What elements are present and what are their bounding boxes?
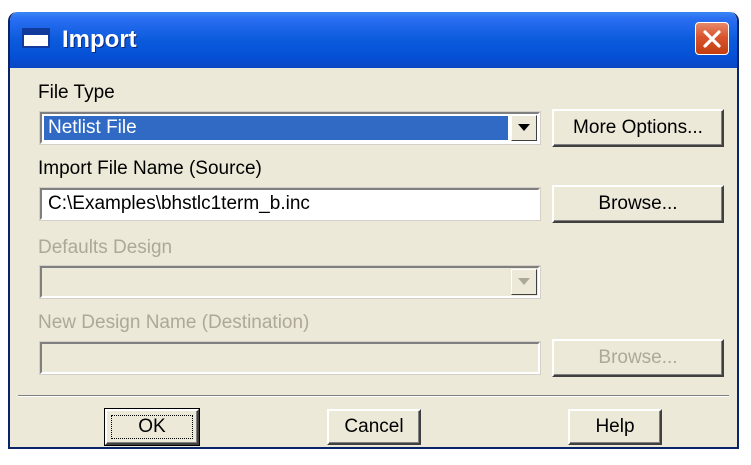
new-design-name-label: New Design Name (Destination)	[38, 312, 310, 333]
close-icon	[703, 30, 721, 48]
defaults-design-label: Defaults Design	[38, 237, 173, 258]
dialog-title: Import	[62, 26, 137, 53]
help-button[interactable]: Help	[568, 409, 662, 445]
defaults-design-select	[39, 265, 541, 299]
cancel-button[interactable]: Cancel	[327, 409, 421, 445]
new-design-browse-button: Browse...	[552, 339, 724, 377]
import-file-name-input[interactable]: C:\Examples\bhstlc1term_b.inc	[39, 187, 541, 221]
chevron-down-icon	[518, 278, 530, 285]
window-icon	[22, 28, 50, 48]
file-type-dropdown-button[interactable]	[511, 115, 537, 141]
chevron-down-icon	[518, 124, 530, 131]
focus-indicator	[111, 415, 193, 439]
more-options-button[interactable]: More Options...	[552, 109, 724, 147]
defaults-design-dropdown-button	[511, 269, 537, 295]
footer-separator	[18, 395, 729, 397]
import-file-name-label: Import File Name (Source)	[38, 158, 262, 179]
ok-button[interactable]: OK	[104, 408, 200, 446]
import-file-name-value: C:\Examples\bhstlc1term_b.inc	[48, 193, 310, 214]
close-button[interactable]	[695, 22, 729, 55]
new-design-name-input	[39, 341, 541, 375]
file-type-label: File Type	[38, 82, 115, 103]
import-browse-button[interactable]: Browse...	[552, 185, 724, 223]
import-dialog: Import File Type Netlist File More Optio…	[8, 12, 739, 449]
title-bar[interactable]: Import	[10, 12, 737, 68]
file-type-select[interactable]: Netlist File	[39, 111, 541, 145]
file-type-selected-value: Netlist File	[44, 116, 508, 140]
